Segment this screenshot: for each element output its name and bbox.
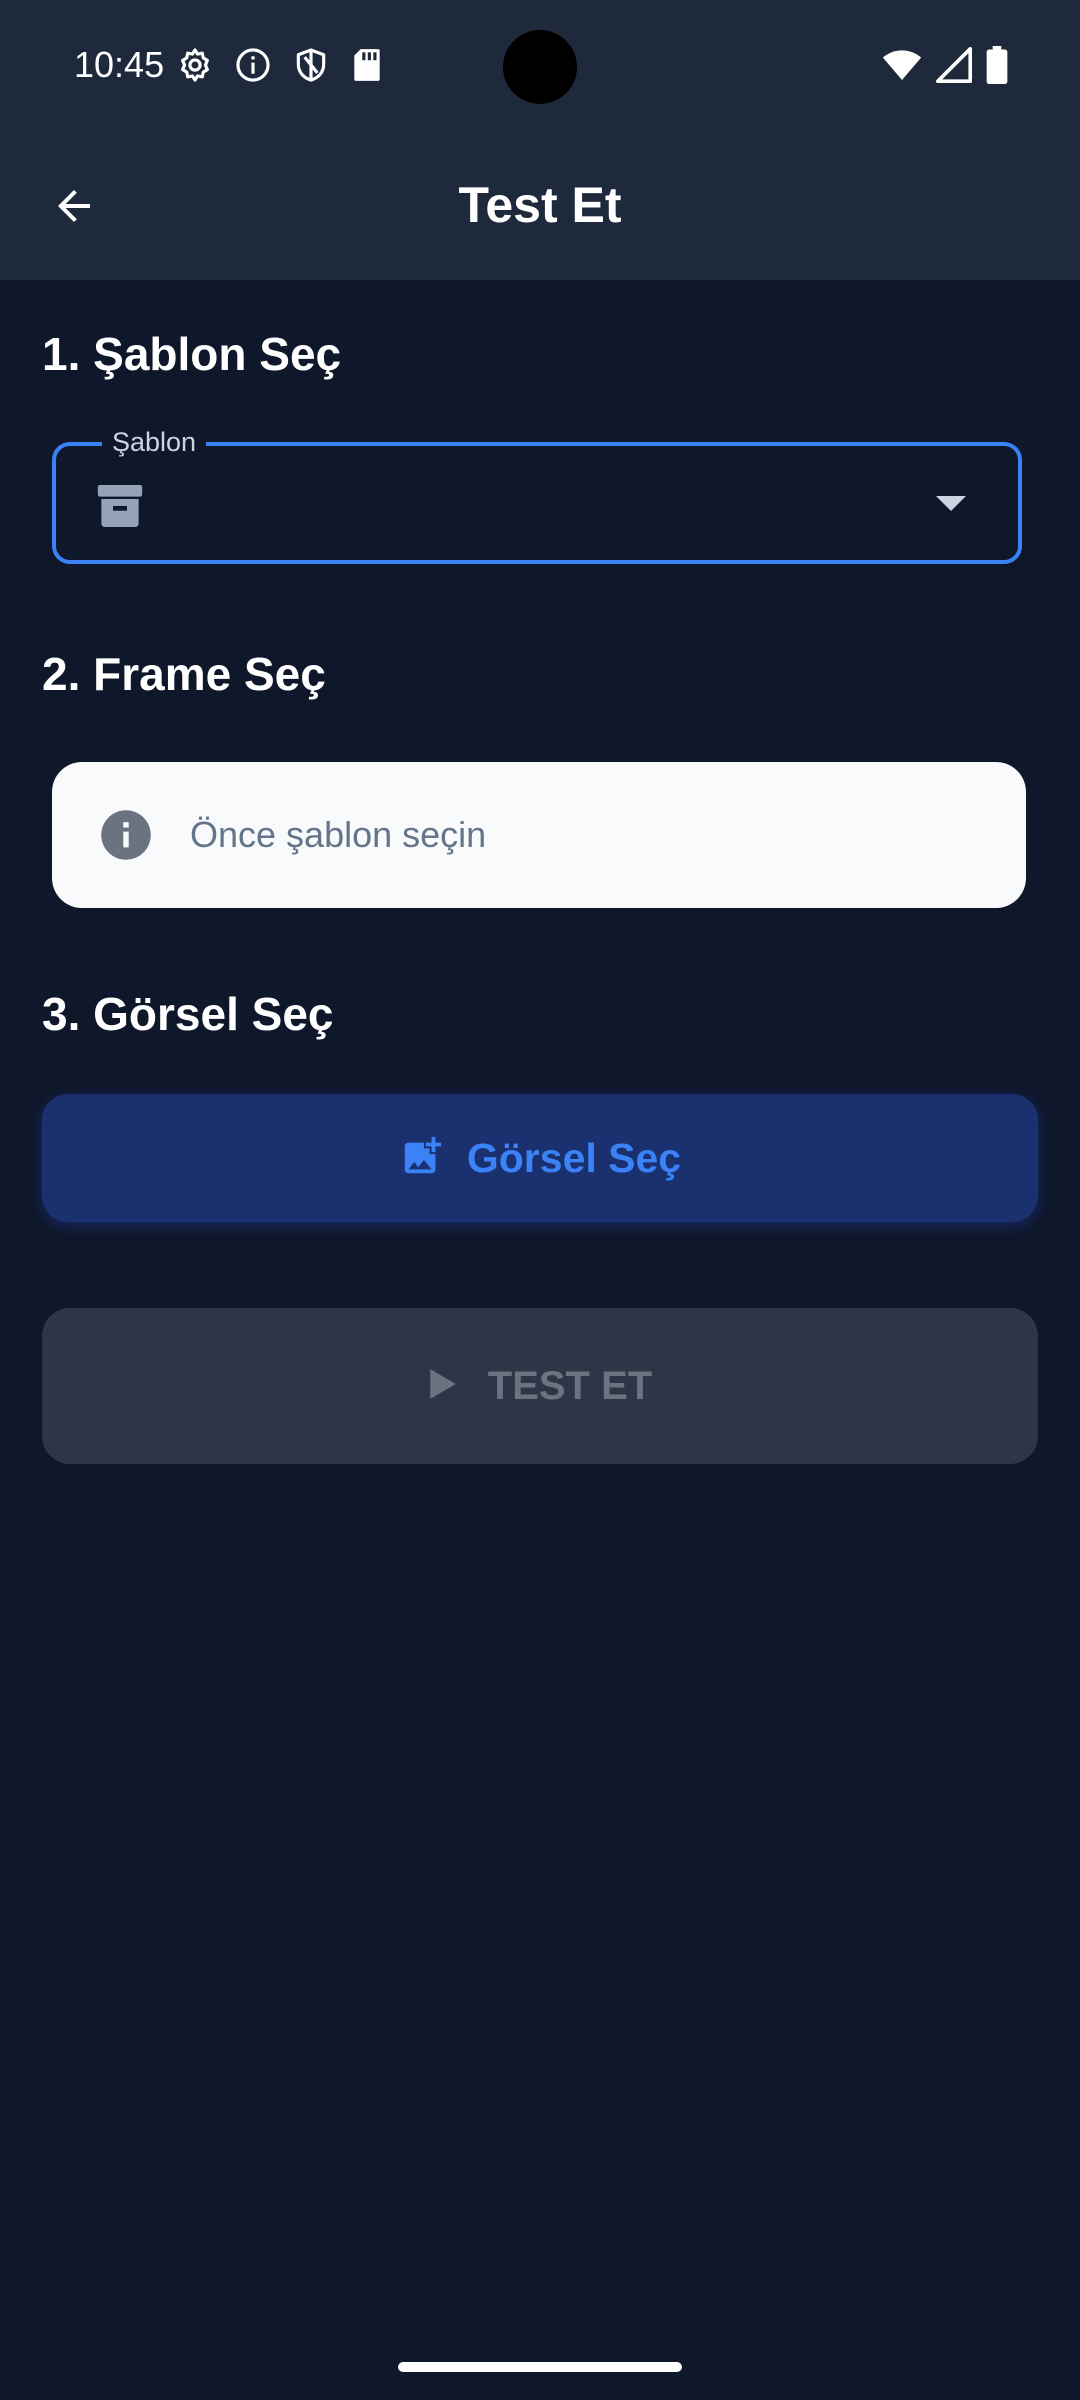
select-image-button-label: Görsel Seç bbox=[466, 1134, 682, 1181]
home-indicator[interactable] bbox=[398, 2362, 682, 2372]
template-dropdown[interactable]: Şablon bbox=[52, 424, 1022, 564]
status-time: 10:45 bbox=[74, 44, 165, 85]
status-icons-left bbox=[176, 46, 384, 84]
status-icons-right bbox=[882, 46, 1008, 89]
gear-icon bbox=[176, 46, 214, 84]
info-icon bbox=[99, 808, 153, 867]
select-image-button[interactable]: Görsel Seç bbox=[42, 1094, 1038, 1222]
section-title-image: 3. Görsel Seç bbox=[42, 988, 334, 1040]
frame-info-text: Önce şablon seçin bbox=[190, 814, 487, 855]
battery-icon bbox=[986, 46, 1008, 89]
play-icon bbox=[428, 1367, 458, 1406]
test-button[interactable]: TEST ET bbox=[42, 1308, 1038, 1464]
template-dropdown-label: Şablon bbox=[102, 424, 207, 460]
test-button-label: TEST ET bbox=[487, 1363, 653, 1408]
shield-icon bbox=[292, 46, 330, 84]
wifi-icon bbox=[882, 47, 922, 88]
frame-info-card: Önce şablon seçin bbox=[52, 762, 1026, 908]
signal-icon bbox=[936, 47, 972, 88]
section-title-frame: 2. Frame Seç bbox=[42, 648, 326, 700]
dropdown-arrow-icon bbox=[936, 496, 966, 511]
test-screen: 10:45 Test Et 1. Şablon Seç Şablon 2. Fr… bbox=[0, 0, 1080, 2400]
page-title: Test Et bbox=[458, 177, 622, 233]
front-camera bbox=[503, 30, 577, 104]
info-icon bbox=[234, 46, 272, 84]
app-bar: Test Et bbox=[0, 130, 1080, 280]
archive-icon bbox=[92, 478, 148, 539]
add-photo-icon bbox=[399, 1133, 445, 1184]
sd-card-icon bbox=[350, 46, 384, 84]
back-button[interactable] bbox=[34, 168, 114, 248]
section-title-template: 1. Şablon Seç bbox=[42, 328, 342, 380]
arrow-left-icon bbox=[50, 182, 98, 235]
status-bar: 10:45 bbox=[0, 0, 1080, 130]
